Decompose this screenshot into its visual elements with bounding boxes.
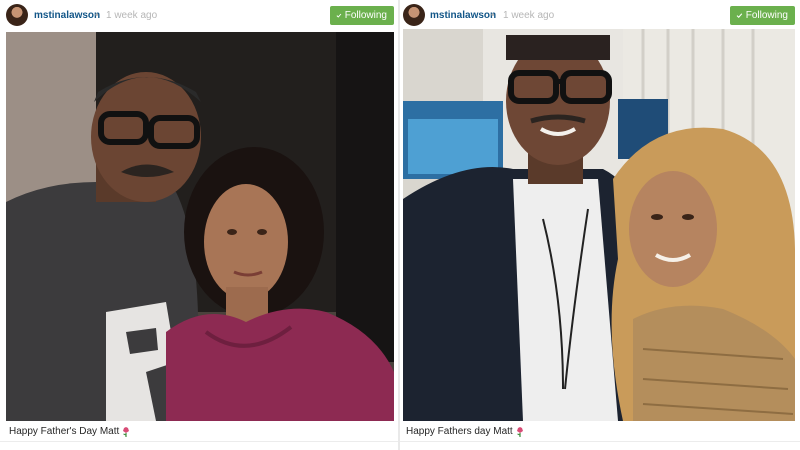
- post-photo[interactable]: [6, 32, 394, 421]
- photo-image: [403, 29, 795, 421]
- flower-icon: [123, 427, 130, 437]
- post-header: mstinalawson • 1 week ago Following: [400, 0, 800, 32]
- flower-icon: [516, 427, 523, 437]
- instagram-feed: mstinalawson • 1 week ago Following Happ…: [0, 0, 800, 450]
- photo-image: [6, 32, 394, 421]
- check-icon: [336, 13, 342, 18]
- post-card: mstinalawson • 1 week ago Following Happ…: [0, 0, 398, 450]
- post-timestamp[interactable]: 1 week ago: [503, 10, 554, 21]
- post-card: mstinalawson • 1 week ago Following Happ…: [400, 0, 800, 450]
- following-button[interactable]: Following: [730, 6, 795, 25]
- post-caption: Happy Father's Day Matt: [9, 425, 132, 437]
- check-icon: [736, 13, 743, 19]
- post-timestamp[interactable]: 1 week ago: [106, 10, 157, 21]
- avatar[interactable]: [6, 4, 28, 26]
- post-photo[interactable]: [403, 29, 795, 421]
- post-header: mstinalawson • 1 week ago Following: [0, 0, 398, 32]
- following-label: Following: [344, 10, 387, 21]
- avatar[interactable]: [403, 4, 425, 26]
- following-label: Following: [745, 10, 788, 21]
- following-button[interactable]: Following: [330, 6, 394, 25]
- username-link[interactable]: mstinalawson: [430, 10, 496, 21]
- post-caption: Happy Fathers day Matt: [406, 425, 526, 437]
- post-divider: [400, 441, 800, 442]
- caption-text: Happy Fathers day Matt: [406, 425, 513, 437]
- post-divider: [0, 441, 398, 442]
- separator-dot: •: [491, 10, 495, 21]
- caption-text: Happy Father's Day Matt: [9, 425, 120, 437]
- separator-dot: •: [95, 10, 99, 21]
- username-link[interactable]: mstinalawson: [34, 10, 100, 21]
